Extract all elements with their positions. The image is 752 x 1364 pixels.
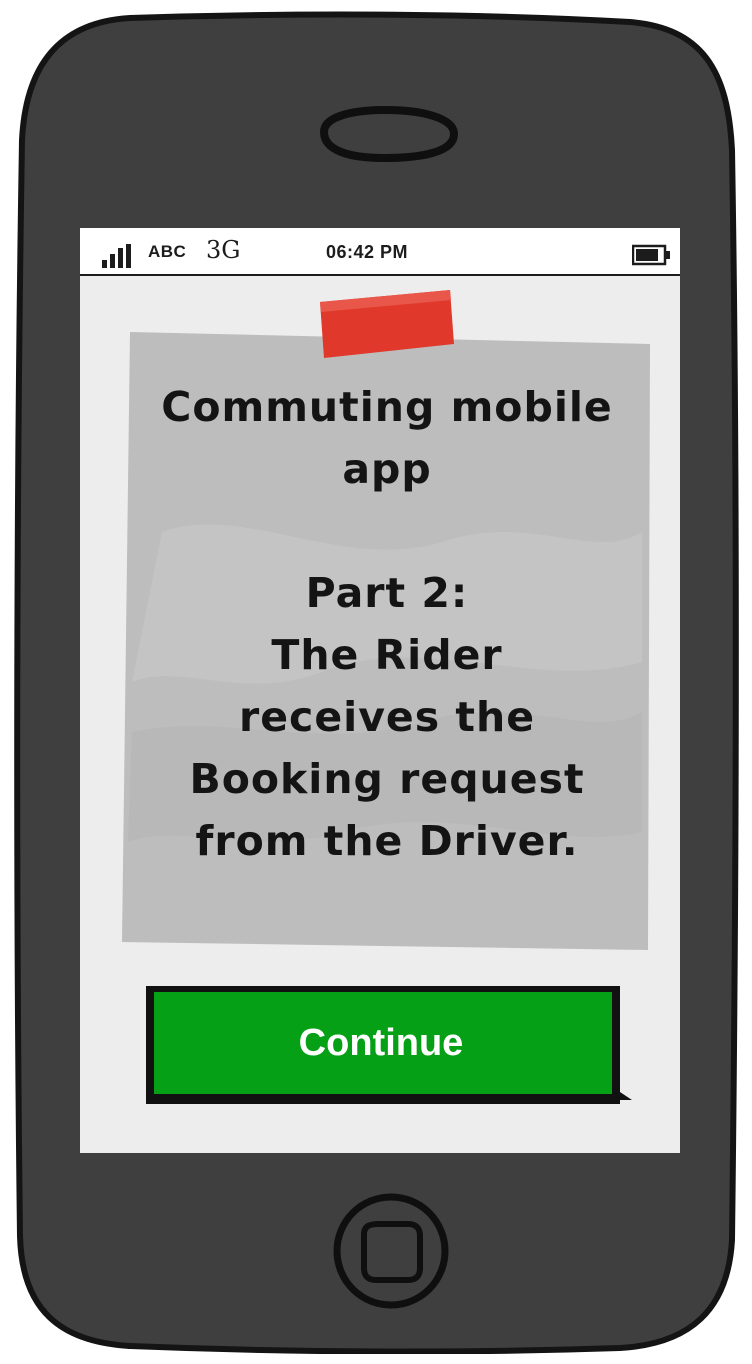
home-button-icon[interactable]: [328, 1188, 454, 1314]
battery-icon: [632, 244, 670, 266]
note-line: Commuting mobile: [161, 383, 613, 431]
carrier-name: ABC: [148, 242, 187, 261]
note-line: receives the: [239, 693, 535, 741]
status-bar: ABC 3G 06:42 PM: [80, 228, 680, 276]
sticky-note: Commuting mobile app Part 2: The Rider r…: [122, 332, 652, 950]
continue-button[interactable]: Continue: [144, 984, 634, 1114]
note-text: Commuting mobile app Part 2: The Rider r…: [132, 376, 642, 872]
network-type: 3G: [206, 236, 241, 264]
signal-bars-icon: [102, 244, 131, 268]
speaker-slot-icon: [319, 105, 459, 163]
phone-screen: ABC 3G 06:42 PM Commuting mobile app Par…: [80, 228, 680, 1153]
mockup-stage: ABC 3G 06:42 PM Commuting mobile app Par…: [0, 0, 752, 1364]
note-line: Part 2:: [305, 569, 469, 617]
note-line: app: [342, 445, 432, 493]
tape-strip: [320, 290, 454, 358]
note-line: from the Driver.: [195, 817, 579, 865]
note-line: [132, 500, 642, 562]
note-line: Booking request: [189, 755, 585, 803]
continue-button-label: Continue: [298, 1022, 464, 1064]
note-line: The Rider: [271, 631, 503, 679]
status-time: 06:42 PM: [326, 242, 409, 262]
